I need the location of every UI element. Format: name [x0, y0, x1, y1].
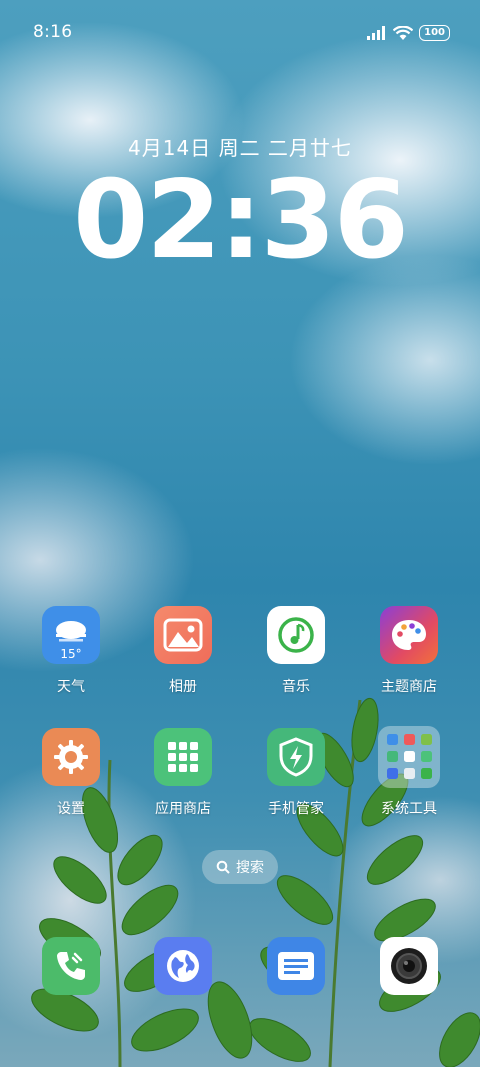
shield-icon	[267, 728, 325, 786]
search-icon	[216, 860, 230, 874]
app-music[interactable]: 音乐	[246, 606, 346, 696]
status-time: 8:16	[33, 22, 73, 42]
palette-icon	[380, 606, 438, 664]
battery-indicator: 100	[419, 25, 450, 41]
folder-icon	[378, 726, 440, 788]
app-label: 天气	[57, 679, 85, 695]
signal-icon	[367, 26, 386, 40]
folder-system-tools[interactable]: 系统工具	[359, 726, 459, 818]
camera-icon	[380, 937, 438, 995]
search-button[interactable]: 搜索	[202, 850, 278, 884]
app-label: 应用商店	[155, 801, 211, 817]
browser-icon	[154, 937, 212, 995]
app-label: 相册	[169, 679, 197, 695]
dock-phone[interactable]	[21, 937, 121, 995]
lockscreen-clock: 02:36	[73, 158, 409, 283]
grid-icon	[154, 728, 212, 786]
app-app-store[interactable]: 应用商店	[133, 728, 233, 818]
gear-icon	[42, 728, 100, 786]
dock-browser[interactable]	[133, 937, 233, 995]
phone-icon	[42, 937, 100, 995]
dock-messages[interactable]	[246, 937, 346, 995]
weather-temp: 15°	[60, 647, 82, 661]
app-label: 系统工具	[381, 801, 437, 817]
app-label: 手机管家	[268, 801, 324, 817]
dock-camera[interactable]	[359, 937, 459, 995]
app-weather[interactable]: 15° 天气	[21, 606, 121, 696]
app-phone-manager[interactable]: 手机管家	[246, 728, 346, 818]
app-label: 音乐	[282, 679, 310, 695]
wifi-icon	[393, 25, 414, 40]
weather-icon: 15°	[42, 606, 100, 664]
music-icon	[267, 606, 325, 664]
lockscreen-date: 4月14日 周二 二月廿七	[128, 136, 352, 160]
app-label: 设置	[57, 801, 85, 817]
app-gallery[interactable]: 相册	[133, 606, 233, 696]
app-settings[interactable]: 设置	[21, 728, 121, 818]
app-label: 主题商店	[381, 679, 437, 695]
gallery-icon	[154, 606, 212, 664]
status-bar: 8:16 100	[0, 22, 480, 46]
app-theme-store[interactable]: 主题商店	[359, 606, 459, 696]
messages-icon	[267, 937, 325, 995]
search-label: 搜索	[236, 860, 264, 876]
